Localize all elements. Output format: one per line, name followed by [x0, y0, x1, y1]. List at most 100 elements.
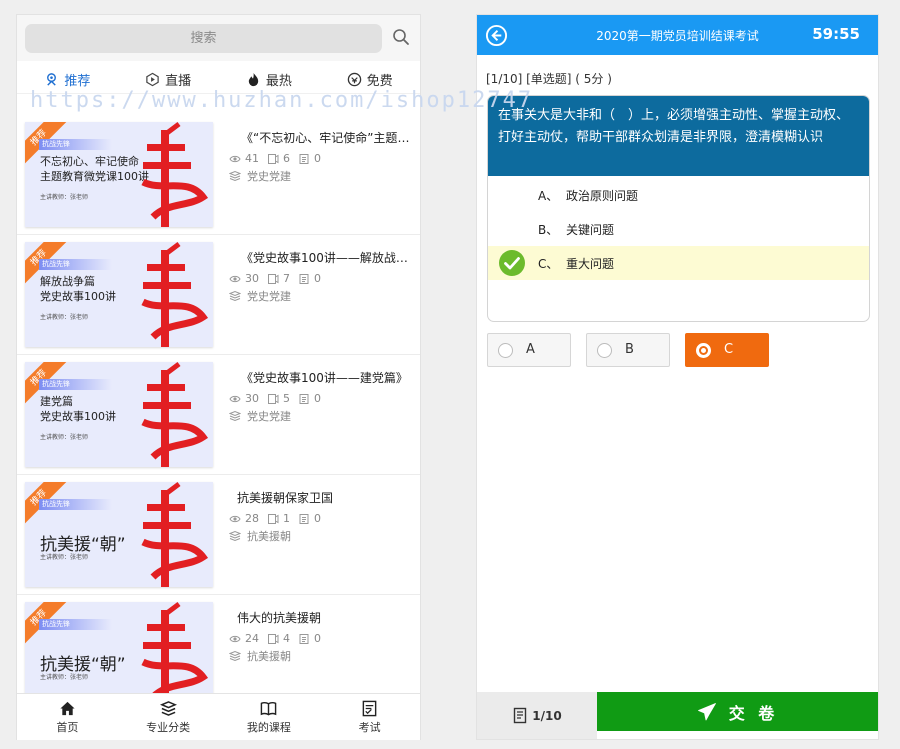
thumb-line1: 解放战争篇	[40, 275, 95, 288]
red-ribbon-glyph-icon	[141, 362, 209, 467]
course-title[interactable]: 《党史故事100讲——解放战争篇》	[241, 249, 411, 266]
thumb-teacher: 主讲教师：张老师	[40, 314, 89, 321]
live-icon	[146, 72, 159, 86]
course-item[interactable]: 推荐 抗战先锋 建党篇 党史故事100讲 主讲教师：张老师 《党史故事100讲—…	[17, 355, 420, 475]
exam-screen: 2020第一期党员培训结课考试 59:55 [1/10] [单选题] ( 5分 …	[476, 14, 879, 740]
stack-icon	[229, 410, 241, 422]
views-count: 41	[245, 152, 259, 165]
tab-hot-label: 最热	[265, 73, 292, 89]
red-ribbon-glyph-icon	[141, 122, 209, 227]
course-thumbnail[interactable]: 推荐 抗战先锋 建党篇 党史故事100讲 主讲教师：张老师	[25, 362, 213, 467]
course-category: 抗美援朝	[229, 528, 291, 544]
course-thumbnail[interactable]: 推荐 抗战先锋 抗美援“朝” 主讲教师：张老师	[25, 482, 213, 587]
course-title[interactable]: 《“不忘初心、牢记使命”主题教育微党课100讲》	[241, 129, 411, 146]
tab-hot[interactable]: 最热	[246, 70, 292, 89]
nav-exam-label: 考试	[358, 720, 381, 734]
thumb-teacher: 主讲教师：张老师	[40, 674, 89, 681]
nav-home[interactable]: 首页	[17, 694, 118, 740]
course-title[interactable]: 伟大的抗美援朝	[237, 609, 407, 626]
search-bar: 搜索	[17, 15, 420, 61]
option-letter: B、	[538, 223, 559, 237]
views-count: 30	[245, 392, 259, 405]
thumb-line2: 党史故事100讲	[40, 290, 116, 303]
eye-icon	[229, 155, 241, 162]
question-progress[interactable]: 1/10	[477, 692, 597, 739]
red-ribbon-glyph-icon	[141, 602, 209, 707]
course-category: 抗美援朝	[229, 648, 291, 664]
views-count: 28	[245, 512, 259, 525]
thumb-tag: 抗战先锋	[39, 379, 112, 390]
tab-live[interactable]: 直播	[145, 70, 191, 89]
course-thumbnail[interactable]: 推荐 抗战先锋 解放战争篇 党史故事100讲 主讲教师：张老师	[25, 242, 213, 347]
search-input[interactable]: 搜索	[25, 24, 382, 53]
category-label: 党史党建	[247, 290, 291, 303]
thumb-tag: 抗战先锋	[39, 499, 112, 510]
eye-icon	[229, 275, 241, 282]
thumb-teacher: 主讲教师：张老师	[40, 194, 89, 201]
notes-count: 0	[314, 272, 321, 285]
exam-footer: 1/10 交 卷	[477, 692, 878, 739]
category-icon	[159, 700, 177, 716]
course-title[interactable]: 《党史故事100讲——建党篇》	[241, 369, 411, 386]
course-item[interactable]: 推荐 抗战先锋 解放战争篇 党史故事100讲 主讲教师：张老师 《党史故事100…	[17, 235, 420, 355]
course-item[interactable]: 推荐 抗战先锋 不忘初心、牢记使命 主题教育微党课100讲 主讲教师：张老师 《…	[17, 115, 420, 235]
lesson-icon	[268, 393, 279, 404]
nav-category[interactable]: 专业分类	[118, 694, 219, 740]
category-label: 党史党建	[247, 410, 291, 423]
category-label: 党史党建	[247, 170, 291, 183]
question-text: 在事关大是大非和（ ）上，必须增强主动性、掌握主动权、打好主动仗，帮助干部群众划…	[488, 96, 869, 176]
answer-button-a[interactable]: A	[487, 333, 571, 367]
answer-label: C	[724, 342, 734, 357]
lessons-count: 6	[283, 152, 290, 165]
option-text: 关键问题	[566, 223, 615, 237]
lesson-icon	[268, 513, 279, 524]
countdown-timer: 59:55	[812, 25, 860, 43]
option-b[interactable]: B、 关键问题	[488, 212, 869, 246]
red-ribbon-glyph-icon	[141, 482, 209, 587]
course-category: 党史党建	[229, 408, 291, 424]
course-stats: 28 1 0	[229, 512, 321, 525]
stack-icon	[229, 530, 241, 542]
answer-button-c[interactable]: C	[685, 333, 769, 367]
notes-count: 0	[314, 632, 321, 645]
thumb-line1: 不忘初心、牢记使命	[40, 155, 139, 168]
tab-free[interactable]: 免费	[347, 70, 393, 89]
lesson-icon	[268, 273, 279, 284]
course-title[interactable]: 抗美援朝保家卫国	[237, 489, 407, 506]
course-thumbnail[interactable]: 推荐 抗战先锋 抗美援“朝” 主讲教师：张老师	[25, 602, 213, 707]
answer-button-b[interactable]: B	[586, 333, 670, 367]
fire-icon	[248, 72, 259, 86]
eye-icon	[229, 635, 241, 642]
tab-recommend[interactable]: 推荐	[44, 70, 90, 89]
option-letter: A、	[538, 189, 559, 203]
submit-button[interactable]: 交 卷	[597, 692, 878, 731]
search-icon[interactable]	[391, 27, 411, 47]
option-text: 重大问题	[566, 257, 615, 271]
course-item[interactable]: 推荐 抗战先锋 抗美援“朝” 主讲教师：张老师 抗美援朝保家卫国 28 1 0 …	[17, 475, 420, 595]
course-stats: 24 4 0	[229, 632, 321, 645]
exam-header: 2020第一期党员培训结课考试 59:55	[477, 15, 878, 55]
nav-exam[interactable]: 考试	[319, 694, 420, 740]
option-c[interactable]: C、 重大问题	[488, 246, 869, 280]
progress-text: 1/10	[532, 708, 562, 723]
note-icon	[299, 633, 309, 644]
check-circle-icon	[499, 250, 525, 276]
radio-icon	[597, 343, 612, 358]
thumb-line2: 党史故事100讲	[40, 410, 116, 423]
lessons-count: 5	[283, 392, 290, 405]
option-a[interactable]: A、 政治原则问题	[488, 178, 869, 212]
notes-count: 0	[314, 152, 321, 165]
radio-selected-icon	[696, 343, 711, 358]
nav-my-courses[interactable]: 我的课程	[219, 694, 320, 740]
stack-icon	[229, 170, 241, 182]
answer-label: B	[625, 342, 634, 357]
views-count: 30	[245, 272, 259, 285]
send-icon	[697, 702, 716, 720]
home-icon	[60, 701, 75, 715]
option-letter: C、	[538, 257, 559, 271]
thumb-teacher: 主讲教师：张老师	[40, 434, 89, 441]
course-stats: 30 7 0	[229, 272, 321, 285]
course-stats: 30 5 0	[229, 392, 321, 405]
course-thumbnail[interactable]: 推荐 抗战先锋 不忘初心、牢记使命 主题教育微党课100讲 主讲教师：张老师	[25, 122, 213, 227]
nav-category-label: 专业分类	[146, 720, 191, 734]
